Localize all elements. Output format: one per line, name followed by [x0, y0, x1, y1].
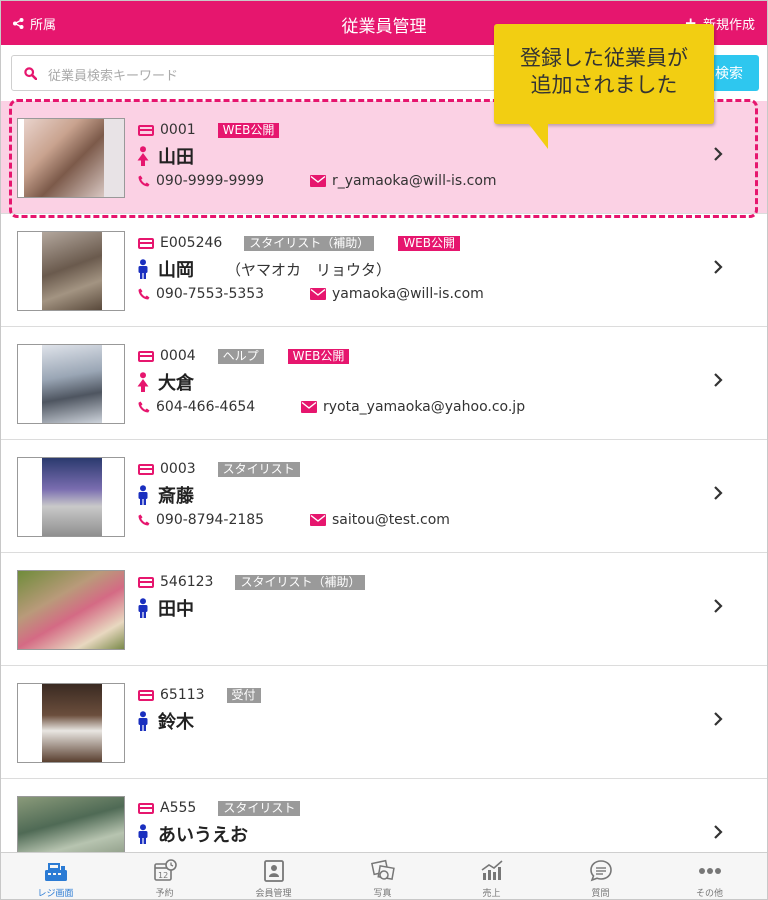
- employee-photo: [17, 231, 125, 311]
- employee-code: 0004: [160, 348, 196, 364]
- id-card-icon: [138, 237, 154, 249]
- tab-register[interactable]: レジ画面: [1, 853, 110, 899]
- svg-text:12: 12: [158, 871, 168, 880]
- photo-icon: [371, 859, 395, 881]
- male-icon: [138, 485, 148, 505]
- employee-row[interactable]: 546123 スタイリスト（補助） 田中: [1, 553, 767, 666]
- employee-row[interactable]: 0004 ヘルプ WEB公開 大倉 604-466-4654 ryota_yam…: [1, 327, 767, 440]
- tab-label: 売上: [482, 889, 501, 899]
- employee-email: ryota_yamaoka@yahoo.co.jp: [323, 399, 526, 415]
- employee-kana: （ヤマオカ リョウタ）: [226, 260, 392, 279]
- employee-photo: [17, 683, 125, 763]
- employee-name: 山岡: [158, 260, 194, 281]
- tooltip-tail: [528, 123, 548, 149]
- mail-icon: [310, 514, 326, 526]
- tab-label: 質問: [591, 889, 610, 899]
- tab-questions[interactable]: 質問: [546, 853, 655, 899]
- employee-name: 斎藤: [158, 486, 194, 507]
- employee-row[interactable]: 65113 受付 鈴木: [1, 666, 767, 779]
- employee-name: 鈴木: [158, 712, 194, 733]
- employee-code: 65113: [160, 687, 205, 703]
- mail-icon: [310, 288, 326, 300]
- phone-icon: [138, 288, 150, 300]
- search-placeholder: 従業員検索キーワード: [48, 69, 179, 84]
- sales-chart-icon: [481, 860, 503, 880]
- chevron-right-icon: [714, 712, 723, 726]
- id-card-icon: [138, 350, 154, 362]
- tab-other[interactable]: その他: [655, 853, 764, 899]
- role-badge: スタイリスト: [218, 800, 301, 816]
- employee-row[interactable]: 0003 スタイリスト 斎藤 090-8794-2185 saitou@test…: [1, 440, 767, 553]
- chevron-right-icon: [714, 599, 723, 613]
- tooltip-line-2: 追加されました: [530, 73, 678, 97]
- employee-phone: 604-466-4654: [156, 399, 256, 415]
- employee-photo: [17, 570, 125, 650]
- search-icon: [24, 67, 37, 80]
- employee-code: E005246: [160, 235, 223, 251]
- tab-label: 予約: [155, 889, 174, 899]
- employee-phone: 090-7553-5353: [156, 286, 265, 302]
- female-icon: [137, 372, 149, 392]
- employee-name: 田中: [158, 599, 194, 620]
- id-card-icon: [138, 463, 154, 475]
- tab-sales[interactable]: 売上: [437, 853, 546, 899]
- status-badge: WEB公開: [398, 235, 460, 251]
- employee-code: 0003: [160, 461, 196, 477]
- role-badge: 受付: [226, 687, 261, 703]
- bottom-tab-bar: レジ画面 12 予約 会員管理 写真 売上 質問 その他: [1, 852, 767, 899]
- more-dots-icon: [699, 868, 721, 874]
- id-card-icon: [138, 689, 154, 701]
- chevron-right-icon: [714, 825, 723, 839]
- tab-label: レジ画面: [37, 889, 74, 899]
- employee-email: yamaoka@will-is.com: [332, 286, 484, 302]
- chat-bubble-icon: [590, 860, 612, 882]
- status-badge: WEB公開: [287, 348, 350, 364]
- male-icon: [138, 824, 148, 844]
- tab-photos[interactable]: 写真: [328, 853, 437, 899]
- role-badge: スタイリスト: [217, 461, 300, 477]
- employee-name: あいうえお: [158, 825, 248, 846]
- added-notice-tooltip: 登録した従業員が 追加されました: [494, 24, 714, 149]
- role-badge: スタイリスト（補助）: [235, 574, 366, 590]
- male-icon: [138, 598, 148, 618]
- employee-name: 大倉: [158, 373, 194, 394]
- employee-code: 546123: [160, 574, 214, 590]
- employee-phone: 090-8794-2185: [156, 512, 265, 528]
- employee-email: saitou@test.com: [332, 512, 450, 528]
- id-card-icon: [138, 802, 154, 814]
- tab-label: 会員管理: [255, 889, 292, 899]
- employee-photo: [17, 344, 125, 424]
- role-badge: スタイリスト（補助）: [244, 235, 375, 251]
- calendar-clock-icon: 12: [154, 859, 177, 881]
- phone-icon: [138, 401, 150, 413]
- mail-icon: [301, 401, 317, 413]
- chevron-right-icon: [714, 260, 723, 274]
- tab-reservation[interactable]: 12 予約: [110, 853, 219, 899]
- register-icon: [45, 863, 67, 881]
- phone-icon: [138, 514, 150, 526]
- tab-label: 写真: [373, 889, 392, 899]
- male-icon: [138, 711, 148, 731]
- chevron-right-icon: [714, 373, 723, 387]
- employee-photo: [17, 457, 125, 537]
- male-icon: [138, 259, 148, 279]
- tooltip-line-1: 登録した従業員が: [520, 46, 688, 70]
- id-card-icon: [138, 576, 154, 588]
- chevron-right-icon: [714, 486, 723, 500]
- employee-code: A555: [160, 800, 197, 816]
- member-card-icon: [264, 860, 284, 882]
- tab-members[interactable]: 会員管理: [219, 853, 328, 899]
- employee-row[interactable]: E005246 スタイリスト（補助） WEB公開 山岡 （ヤマオカ リョウタ） …: [1, 214, 767, 327]
- role-badge: ヘルプ: [217, 348, 264, 364]
- tab-label: その他: [695, 889, 723, 899]
- search-button-label: 検索: [715, 66, 743, 82]
- app-frame: 所属 従業員管理 + 新規作成 検索 従業員検索キーワード 0001 WEB公開…: [0, 0, 768, 900]
